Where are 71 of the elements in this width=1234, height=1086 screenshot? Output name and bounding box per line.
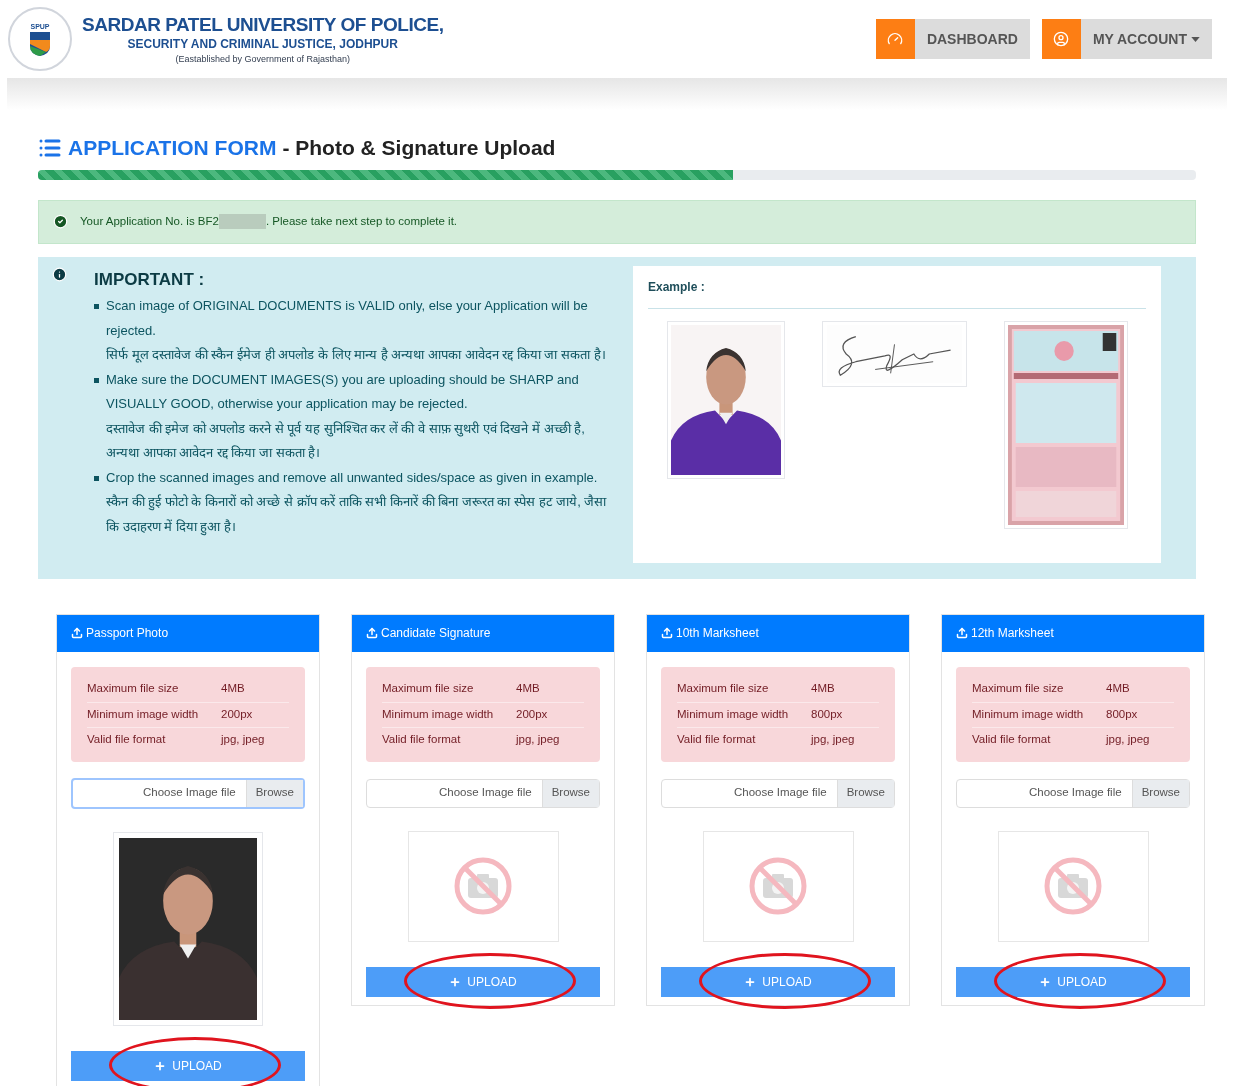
university-subtitle: SECURITY AND CRIMINAL JUSTICE, JODHPUR [127,36,398,52]
requirement-value: 800px [1106,706,1138,722]
upload-icon [366,627,378,639]
file-input[interactable]: Choose Image file Browse [956,778,1190,808]
plus-icon [1039,975,1052,988]
requirement-value: 4MB [811,681,835,697]
no-camera-icon [748,856,808,916]
requirement-label: Minimum image width [677,706,790,722]
instruction-text: Make sure the DOCUMENT IMAGES(S) you are uploading should be SHARP and VISUALLY GOOD, otherwise your application may be rejected. [106,370,580,413]
requirement-value: 4MB [516,681,540,697]
upload-icon [71,627,83,639]
requirement-label: Maximum file size [87,681,180,697]
example-heading: Example : [648,277,1146,309]
file-input[interactable]: Choose Image file Browse [661,778,895,808]
no-camera-icon [1043,856,1103,916]
requirement-label: Maximum file size [972,681,1065,697]
no-camera-icon [453,856,513,916]
requirement-label: Valid file format [677,731,757,747]
bullet-icon [94,304,99,309]
info-icon [52,266,67,282]
requirement-value: 200px [221,706,253,722]
card-title: 10th Marksheet [676,625,759,642]
requirement-value: jpg, jpeg [1106,731,1150,747]
important-heading: IMPORTANT : [94,268,206,291]
file-input[interactable]: Choose Image file Browse [366,778,600,808]
upload-icon [956,627,968,639]
instruction-hindi: दस्तावेज की इमेज को अपलोड करने से पूर्व यह सुनिश्चित कर लें की वे साफ़ सुथरी एवं दिखने में अच्छी है, अन्यथा आपका आवेदन रद्द किया जा सकता है। [106,419,586,462]
form-subtitle: - Photo & Signature Upload [282,135,556,161]
user-icon [1053,31,1070,47]
upload-button[interactable]: UPLOAD [71,1050,305,1081]
upload-button[interactable]: UPLOAD [366,966,600,997]
plus-icon [449,975,462,988]
requirement-value: 4MB [1106,681,1130,697]
alert-text: . Please take next step to complete it. [265,213,458,229]
nav-button[interactable]: MY ACCOUNT [1041,19,1212,59]
requirement-value: jpg, jpeg [221,731,265,747]
requirement-value: 800px [811,706,843,722]
card-title: Passport Photo [86,625,169,642]
requirement-label: Maximum file size [677,681,770,697]
requirement-label: Minimum image width [382,706,495,722]
requirement-label: Valid file format [972,731,1052,747]
instruction-text: Crop the scanned images and remove all unwanted sides/space as given in example. [106,468,599,487]
card-title: 12th Marksheet [971,625,1054,642]
university-title: SARDAR PATEL UNIVERSITY OF POLICE, [82,13,444,37]
check-icon [53,214,68,229]
plus-icon [154,1059,167,1072]
requirement-value: jpg, jpeg [516,731,560,747]
bullet-icon [94,377,99,383]
requirement-value: 200px [516,706,548,722]
alert-text: Your Application No. is BF2 [80,213,219,229]
university-note: (Eastablished by Government of Rajasthan) [175,53,350,65]
upload-button[interactable]: UPLOAD [661,966,895,997]
nav-button[interactable]: DASHBOARD [875,19,1030,59]
upload-icon [661,627,673,639]
requirement-label: Minimum image width [87,706,200,722]
upload-button[interactable]: UPLOAD [956,966,1190,997]
requirement-label: Maximum file size [382,681,475,697]
requirement-label: Valid file format [87,731,167,747]
card-title: Candidate Signature [381,625,491,642]
requirement-value: jpg, jpeg [811,731,855,747]
instruction-hindi: सिर्फ मूल दस्तावेज की स्कैन ईमेज ही अपलोड के लिए मान्य है अन्यथा आपका आवेदन रद्द किया जा सकता है। [106,346,607,365]
bullet-icon [94,475,99,481]
requirement-label: Minimum image width [972,706,1085,722]
plus-icon [744,975,757,988]
form-title: APPLICATION FORM [68,135,277,161]
instruction-hindi: स्कैन की हुई फोटो के किनारों को अच्छे से क्रॉप करें ताकि सभी किनारें की बिना जरूरत का स्पेस हट जाये, जैसा कि उदाहरण में दिया हुआ है। [106,493,608,538]
instruction-text: Scan image of ORIGINAL DOCUMENTS is VALID only, else your Application will be rejected. [106,297,589,340]
requirement-value: 4MB [221,681,245,697]
requirement-label: Valid file format [382,731,462,747]
file-input[interactable]: Choose Image file Browse [71,777,305,809]
dashboard-icon [887,31,904,47]
